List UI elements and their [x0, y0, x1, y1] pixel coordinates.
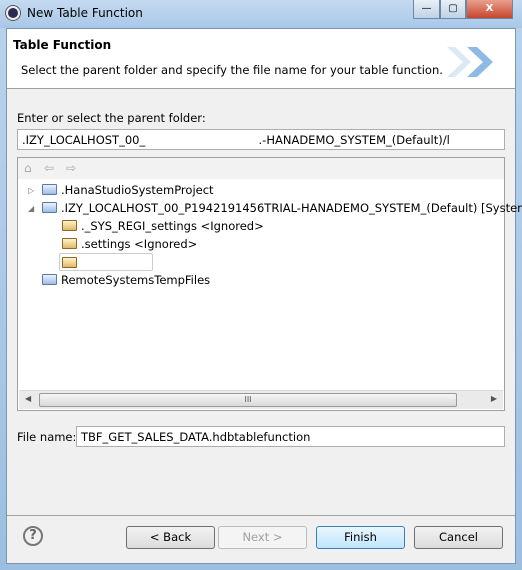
horizontal-scrollbar[interactable]: ◀ III ▶: [19, 390, 503, 409]
tree-item-label: .HanaStudioSystemProject: [61, 183, 214, 197]
tree-item-label: .settings <Ignored>: [81, 237, 198, 251]
minimize-button[interactable]: —: [413, 0, 440, 19]
collapse-icon[interactable]: ◢: [28, 204, 34, 213]
home-icon[interactable]: ⌂: [24, 161, 32, 175]
forward-nav-icon[interactable]: ⇨: [66, 161, 76, 175]
tree-toolbar: ⌂ ⇦ ⇨: [18, 158, 504, 179]
title-bar: New Table Function — ▢ X: [0, 0, 522, 28]
expand-icon[interactable]: ▷: [28, 186, 34, 195]
tree-item[interactable]: ._SYS_REGI_settings <Ignored>: [62, 217, 264, 235]
tree-item-label: RemoteSystemsTempFiles: [61, 273, 211, 287]
parent-folder-label: Enter or select the parent folder:: [17, 111, 206, 125]
maximize-button[interactable]: ▢: [440, 0, 466, 19]
scroll-right-icon[interactable]: ▶: [491, 394, 497, 403]
folder-tree[interactable]: ⌂ ⇦ ⇨ ▷ .HanaStudioSystemProject ◢ .IZY_…: [17, 157, 522, 411]
page-description: Select the parent folder and specify the…: [21, 63, 443, 77]
folder-icon: [62, 238, 77, 249]
help-icon[interactable]: ?: [23, 526, 43, 546]
window-title: New Table Function: [27, 6, 143, 20]
tree-item[interactable]: RemoteSystemsTempFiles: [42, 271, 210, 289]
folder-icon: [62, 220, 77, 231]
wizard-header: Table Function Select the parent folder …: [7, 29, 515, 89]
tree-item-label: .IZY_LOCALHOST_00_P1942191456TRIAL-HANAD…: [61, 201, 522, 215]
folder-icon: [42, 274, 57, 285]
project-folder-icon: [42, 202, 57, 213]
tree-item[interactable]: .IZY_LOCALHOST_00_P1942191456TRIAL-HANAD…: [42, 199, 522, 217]
back-button[interactable]: < Back: [126, 526, 215, 549]
tree-item[interactable]: .settings <Ignored>: [62, 235, 197, 253]
divider: [7, 515, 515, 516]
eclipse-icon: [6, 6, 20, 20]
next-button[interactable]: Next >: [218, 526, 307, 549]
scroll-left-icon[interactable]: ◀: [25, 394, 31, 403]
dialog-body: Table Function Select the parent folder …: [6, 28, 522, 564]
file-name-input[interactable]: TBF_GET_SALES_DATA.hdbtablefunction: [76, 426, 505, 447]
scrollbar-thumb[interactable]: III: [39, 393, 457, 407]
parent-folder-input[interactable]: .IZY_LOCALHOST_00_ .-HANADEMO_SYSTEM_(De…: [17, 129, 505, 150]
page-title: Table Function: [13, 38, 112, 52]
back-nav-icon[interactable]: ⇦: [44, 161, 54, 175]
finish-button[interactable]: Finish: [316, 526, 405, 549]
tree-item-selected[interactable]: [59, 253, 153, 271]
close-button[interactable]: X: [466, 0, 513, 19]
tree-item-label: ._SYS_REGI_settings <Ignored>: [81, 219, 264, 233]
folder-icon: [42, 184, 57, 195]
cancel-button[interactable]: Cancel: [414, 526, 503, 549]
file-name-label: File name:: [17, 430, 77, 444]
tree-item[interactable]: .HanaStudioSystemProject: [42, 181, 214, 199]
wizard-banner-icon: [447, 47, 493, 77]
folder-icon: [62, 257, 77, 268]
